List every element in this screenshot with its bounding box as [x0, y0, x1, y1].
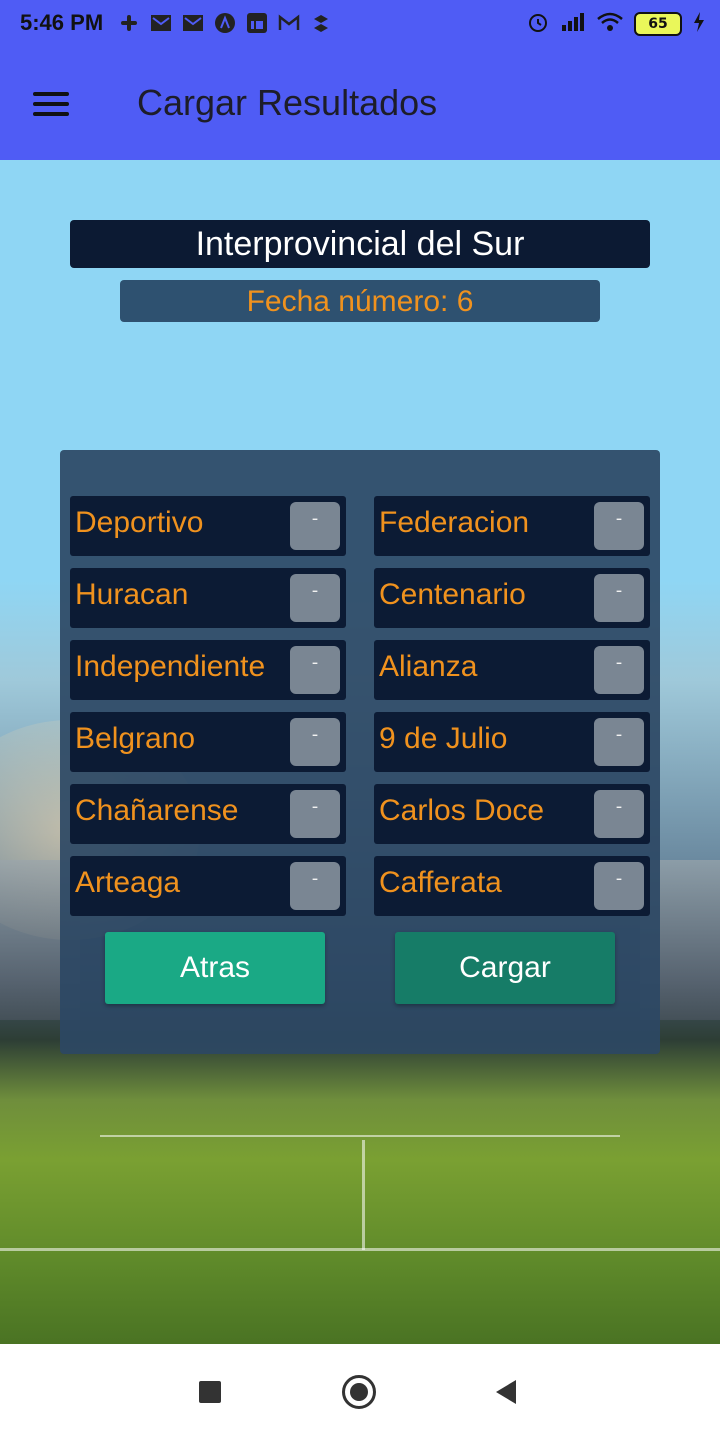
home-score-input[interactable]: -: [290, 646, 340, 694]
home-team-name: Chañarense: [75, 794, 239, 827]
match-row: Deportivo - Federacion -: [70, 496, 650, 556]
match-row: Belgrano - 9 de Julio -: [70, 712, 650, 772]
mail-icon: [150, 12, 172, 34]
background-field-line: [100, 1135, 620, 1137]
app-header: 5:46 PM 65 Cargar Resultados: [0, 0, 720, 160]
home-team-name: Arteaga: [75, 866, 181, 899]
gmail-icon: [278, 12, 300, 34]
home-team-name: Belgrano: [75, 722, 196, 755]
away-team-name: Alianza: [379, 650, 478, 683]
load-button[interactable]: Cargar: [395, 932, 615, 1004]
status-time: 5:46 PM: [20, 10, 104, 35]
battery-indicator: 65: [634, 12, 682, 36]
home-team-name: Deportivo: [75, 506, 204, 539]
page-title: Cargar Resultados: [137, 82, 438, 123]
app-icon: [214, 12, 236, 34]
home-team: Arteaga -: [70, 856, 346, 916]
notification-icons: [118, 12, 332, 34]
wifi-icon: [596, 11, 624, 37]
away-team-name: Carlos Doce: [379, 794, 545, 827]
match-row: Independiente - Alianza -: [70, 640, 650, 700]
away-team: Alianza -: [374, 640, 650, 700]
back-icon[interactable]: [496, 1380, 516, 1404]
system-indicators: 65: [526, 10, 706, 38]
content-area: Interprovincial del Sur Fecha número: 6 …: [0, 160, 720, 1344]
away-score-input[interactable]: -: [594, 646, 644, 694]
away-team-name: 9 de Julio: [379, 722, 508, 755]
away-team: Centenario -: [374, 568, 650, 628]
mail-icon: [182, 12, 204, 34]
back-button[interactable]: Atras: [105, 932, 325, 1004]
away-team: Federacion -: [374, 496, 650, 556]
away-score-input[interactable]: -: [594, 718, 644, 766]
home-team: Deportivo -: [70, 496, 346, 556]
home-team: Huracan -: [70, 568, 346, 628]
home-team-name: Huracan: [75, 578, 189, 611]
away-team-name: Federacion: [379, 506, 530, 539]
signal-icon: [560, 11, 586, 37]
away-score-input[interactable]: -: [594, 862, 644, 910]
away-team: Carlos Doce -: [374, 784, 650, 844]
alarm-icon: [526, 10, 550, 38]
home-score-input[interactable]: -: [290, 862, 340, 910]
hamburger-icon[interactable]: [33, 92, 71, 120]
home-score-input[interactable]: -: [290, 790, 340, 838]
away-team-name: Cafferata: [379, 866, 502, 899]
fecha-label: Fecha número: 6: [120, 280, 600, 322]
match-row: Arteaga - Cafferata -: [70, 856, 650, 916]
linkedin-icon: [246, 12, 268, 34]
home-team: Belgrano -: [70, 712, 346, 772]
home-team: Chañarense -: [70, 784, 346, 844]
recents-icon[interactable]: [199, 1381, 221, 1403]
charging-icon: [692, 11, 706, 37]
home-score-input[interactable]: -: [290, 718, 340, 766]
away-score-input[interactable]: -: [594, 502, 644, 550]
away-score-input[interactable]: -: [594, 790, 644, 838]
home-icon[interactable]: [342, 1375, 376, 1409]
slack-icon: [118, 12, 140, 34]
away-team-name: Centenario: [379, 578, 526, 611]
tournament-title: Interprovincial del Sur: [70, 220, 650, 268]
match-row: Huracan - Centenario -: [70, 568, 650, 628]
results-panel: Deportivo - Federacion - Huracan - Cente…: [60, 450, 660, 1054]
away-score-input[interactable]: -: [594, 574, 644, 622]
away-team: 9 de Julio -: [374, 712, 650, 772]
match-row: Chañarense - Carlos Doce -: [70, 784, 650, 844]
dropbox-icon: [310, 12, 332, 34]
home-score-input[interactable]: -: [290, 502, 340, 550]
background-field-line: [362, 1140, 365, 1250]
away-team: Cafferata -: [374, 856, 650, 916]
status-bar: 5:46 PM 65: [0, 0, 720, 50]
home-team-name: Independiente: [75, 650, 266, 683]
home-score-input[interactable]: -: [290, 574, 340, 622]
home-team: Independiente -: [70, 640, 346, 700]
system-nav-bar: [0, 1344, 720, 1440]
background-field-line: [0, 1248, 720, 1251]
